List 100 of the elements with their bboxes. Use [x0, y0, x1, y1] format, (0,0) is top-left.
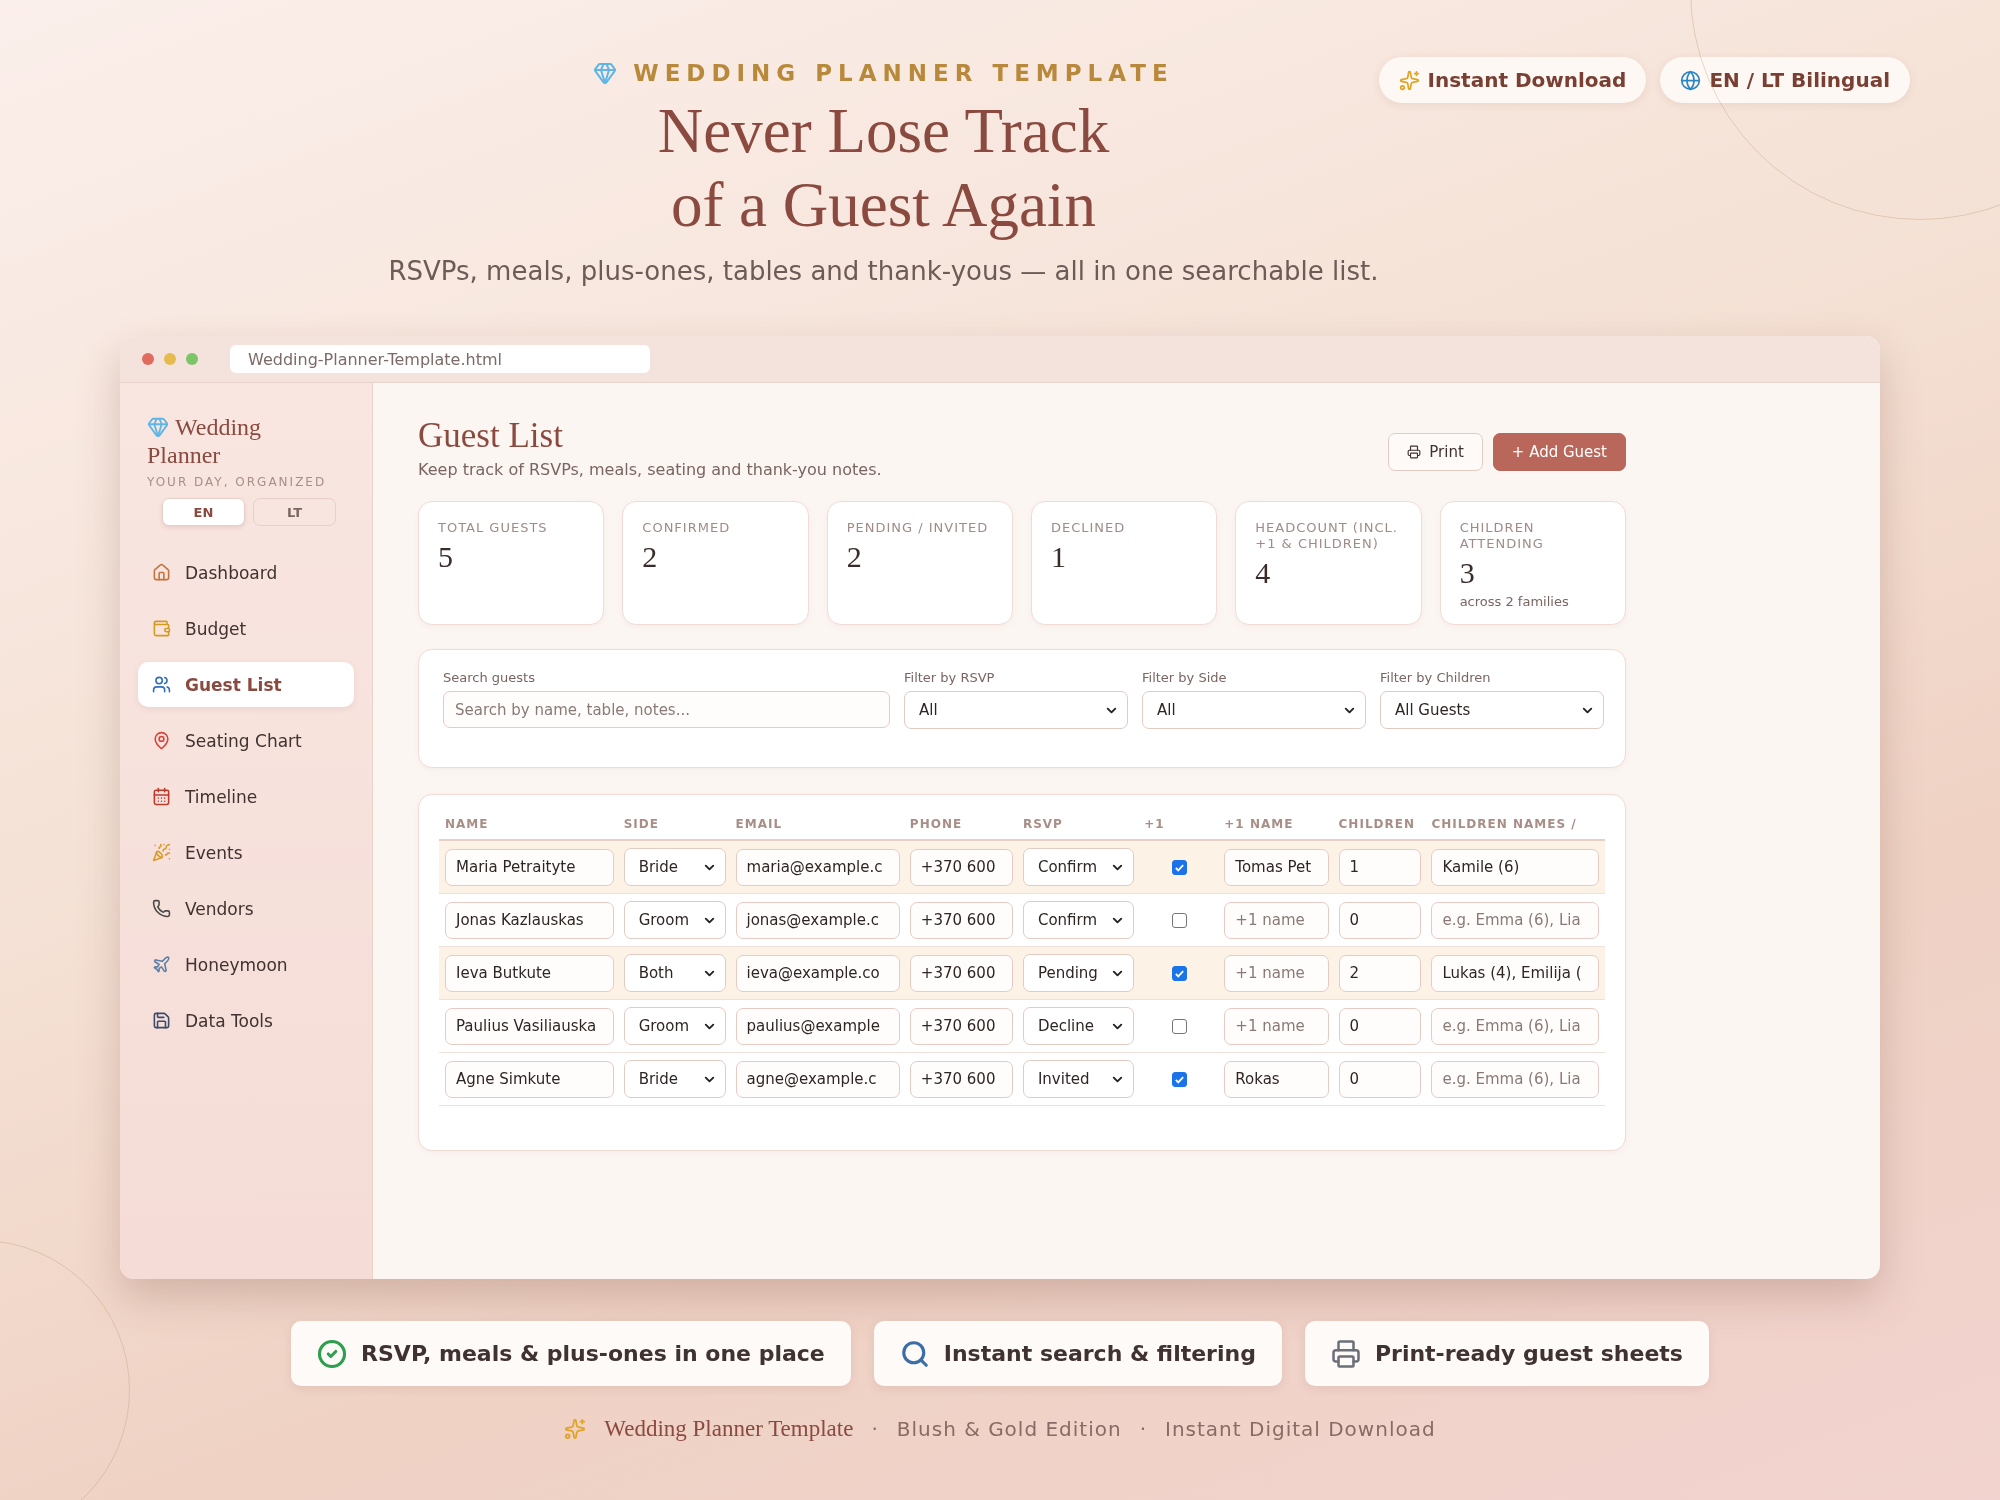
email-field[interactable]: paulius@example — [735, 1007, 900, 1045]
add-guest-button[interactable]: + Add Guest — [1492, 433, 1626, 471]
plus-one-checkbox[interactable] — [1171, 859, 1187, 875]
children-names-field[interactable]: e.g. Emma (6), Lia — [1431, 1060, 1599, 1098]
nav-item[interactable]: Honeymoon — [138, 942, 354, 987]
field-label: Search guests — [443, 670, 536, 685]
stat-label: DECLINED — [1051, 520, 1127, 536]
rsvp-select[interactable]: Confirm — [1022, 848, 1135, 886]
column-header: CHILDREN NAMES / — [1431, 817, 1578, 831]
search-icon — [899, 1338, 930, 1369]
email-field[interactable]: jonas@example.c — [735, 901, 900, 939]
page-title: Guest List — [418, 416, 564, 456]
column-header: NAME — [445, 817, 490, 831]
nav-item[interactable]: Budget — [138, 606, 354, 651]
children-field[interactable]: 0 — [1338, 1060, 1422, 1098]
globe-icon — [1680, 69, 1702, 91]
print-button[interactable]: Print — [1388, 433, 1483, 471]
nav-item[interactable]: Timeline — [138, 774, 354, 819]
rsvp-select[interactable]: Pending — [1022, 954, 1135, 992]
email-field[interactable]: agne@example.c — [735, 1060, 900, 1098]
side-select[interactable]: Both — [623, 954, 726, 992]
wallet-icon — [152, 619, 171, 638]
phone-field[interactable]: +370 600 — [909, 954, 1013, 992]
plus-one-name-field[interactable]: Rokas — [1224, 1060, 1329, 1098]
rsvp-select[interactable]: Confirm — [1022, 901, 1135, 939]
phone-field[interactable]: +370 600 — [909, 1007, 1013, 1045]
stat-note: across 2 families — [1459, 594, 1570, 609]
children-field[interactable]: 0 — [1338, 1007, 1422, 1045]
column-header: EMAIL — [735, 817, 784, 831]
phone-field[interactable]: +370 600 — [909, 848, 1013, 886]
side-select[interactable]: Groom — [623, 1007, 726, 1045]
save-icon — [152, 1011, 171, 1030]
tagline: YOUR DAY, ORGANIZED — [147, 475, 328, 489]
children-names-field[interactable]: e.g. Emma (6), Lia — [1431, 901, 1599, 939]
name-field[interactable]: Maria Petraityte — [445, 848, 614, 886]
nav-item[interactable]: Vendors — [138, 886, 354, 931]
feature-pill: RSVP, meals & plus-ones in one place — [291, 1321, 851, 1386]
stat-label: PENDING / INVITED — [846, 520, 990, 536]
language-button[interactable]: LT — [253, 498, 336, 526]
calendar-icon — [152, 787, 171, 806]
side-select[interactable]: Groom — [623, 901, 726, 939]
children-field[interactable]: 0 — [1338, 901, 1422, 939]
stat-label: CONFIRMED — [642, 520, 732, 536]
pin-icon — [152, 731, 171, 750]
gem-icon — [593, 61, 618, 85]
search-field[interactable]: Search by name, table, notes... — [443, 691, 890, 728]
phone-field[interactable]: +370 600 — [909, 1060, 1013, 1098]
feature-pill: Instant search & filtering — [873, 1321, 1282, 1386]
nav-item[interactable]: Events — [138, 830, 354, 875]
plus-one-checkbox[interactable] — [1171, 912, 1187, 928]
stat-value: 2 — [846, 540, 863, 574]
name-field[interactable]: Agne Simkute — [445, 1060, 614, 1098]
nav-item[interactable]: Guest List — [138, 662, 354, 707]
nav-item[interactable]: Data Tools — [138, 998, 354, 1043]
field-label: Filter by Side — [1142, 670, 1228, 685]
sparkles-icon — [1398, 69, 1420, 91]
address-bar[interactable]: Wedding-Planner-Template.html — [230, 345, 650, 373]
party-popper-icon — [152, 843, 171, 862]
rsvp-select[interactable]: Decline — [1022, 1007, 1135, 1045]
plus-one-name-field[interactable]: +1 name — [1224, 954, 1329, 992]
filter-select[interactable]: All — [904, 691, 1128, 729]
column-header: RSVP — [1022, 817, 1064, 831]
maximize-dot[interactable] — [186, 353, 198, 365]
children-names-field[interactable]: e.g. Emma (6), Lia — [1431, 1007, 1599, 1045]
column-header: +1 NAME — [1224, 817, 1295, 831]
email-field[interactable]: maria@example.c — [735, 848, 900, 886]
gem-icon — [147, 416, 169, 438]
plane-icon — [152, 955, 171, 974]
minimize-dot[interactable] — [164, 353, 176, 365]
feature-badge: Instant Download — [1378, 57, 1647, 103]
name-field[interactable]: Ieva Butkute — [445, 954, 614, 992]
phone-field[interactable]: +370 600 — [909, 901, 1013, 939]
nav-item[interactable]: Dashboard — [138, 550, 354, 595]
stat-value: 2 — [642, 540, 659, 574]
brand-name: Wedding Planner — [147, 413, 263, 469]
printer-icon — [1330, 1338, 1361, 1369]
page-subtitle: Keep track of RSVPs, meals, seating and thank-you notes. — [418, 460, 882, 479]
name-field[interactable]: Jonas Kazlauskas — [445, 901, 614, 939]
filter-select[interactable]: All Guests — [1380, 691, 1604, 729]
sparkles-icon — [564, 1418, 587, 1440]
email-field[interactable]: ieva@example.co — [735, 954, 900, 992]
side-select[interactable]: Bride — [623, 848, 726, 886]
children-names-field[interactable]: Kamile (6) — [1431, 848, 1599, 886]
rsvp-select[interactable]: Invited — [1022, 1060, 1135, 1098]
children-names-field[interactable]: Lukas (4), Emilija ( — [1431, 954, 1599, 992]
plus-one-checkbox[interactable] — [1171, 1071, 1187, 1087]
plus-one-checkbox[interactable] — [1171, 965, 1187, 981]
plus-one-name-field[interactable]: Tomas Pet — [1224, 848, 1329, 886]
plus-one-checkbox[interactable] — [1171, 1018, 1187, 1034]
children-field[interactable]: 2 — [1338, 954, 1422, 992]
close-dot[interactable] — [142, 353, 154, 365]
children-field[interactable]: 1 — [1338, 848, 1422, 886]
name-field[interactable]: Paulius Vasiliauska — [445, 1007, 614, 1045]
nav-item[interactable]: Seating Chart — [138, 718, 354, 763]
stat-value: 5 — [438, 540, 454, 574]
language-button[interactable]: EN — [162, 498, 245, 526]
plus-one-name-field[interactable]: +1 name — [1224, 1007, 1329, 1045]
plus-one-name-field[interactable]: +1 name — [1224, 901, 1329, 939]
filter-select[interactable]: All — [1142, 691, 1366, 729]
side-select[interactable]: Bride — [623, 1060, 726, 1098]
